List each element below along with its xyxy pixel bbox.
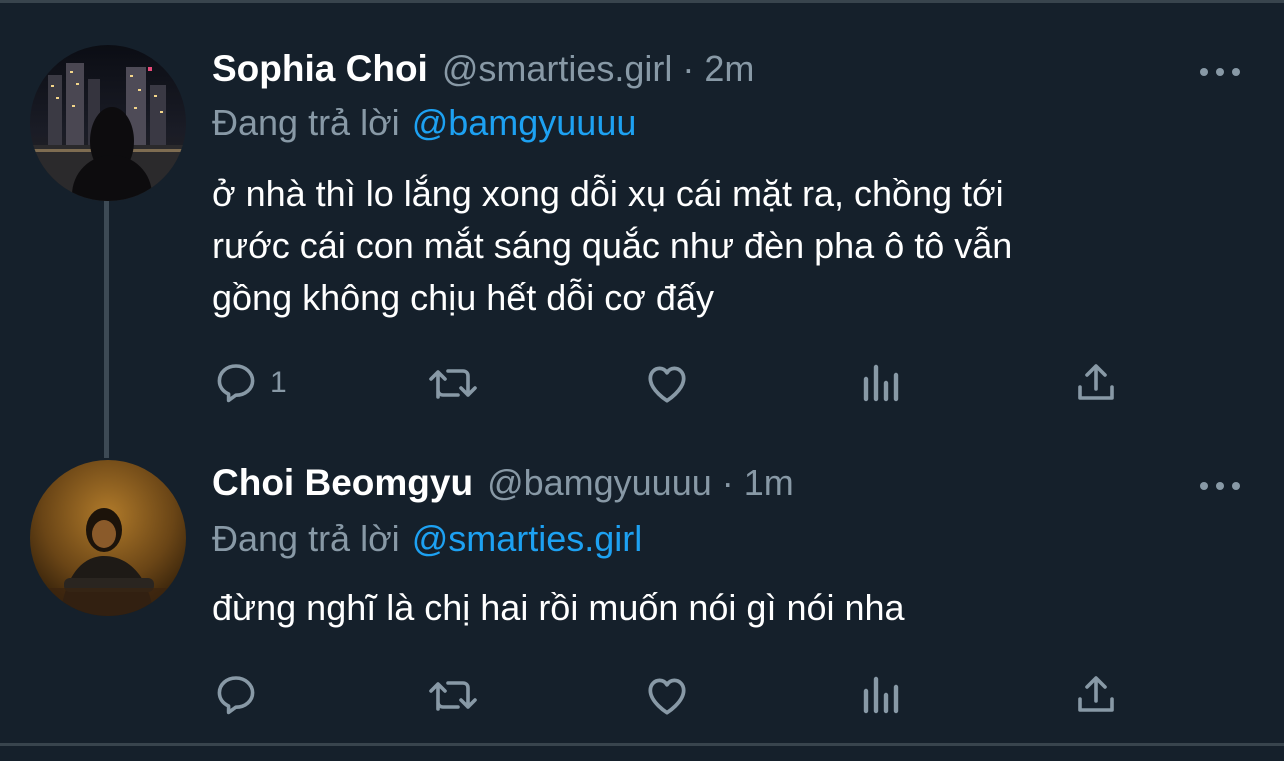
display-name[interactable]: Sophia Choi xyxy=(212,48,428,90)
like-icon xyxy=(648,366,686,403)
like-icon xyxy=(648,678,686,715)
reply-icon xyxy=(217,676,255,715)
tweet-text: đừng nghĩ là chị hai rồi muốn nói gì nói… xyxy=(212,582,1232,634)
tweet-text-line: ở nhà thì lo lắng xong dỗi xụ cái mặt ra… xyxy=(212,173,1004,214)
tweet-text-line: gồng không chịu hết dỗi cơ đấy xyxy=(212,277,714,318)
separator-dot: · xyxy=(721,462,734,503)
tweet-header: Sophia Choi @smarties.girl · 2m xyxy=(212,48,754,90)
tweet-header: Choi Beomgyu @bamgyuuuu · 1m xyxy=(212,462,794,504)
more-icon[interactable] xyxy=(1200,66,1240,78)
tweet-actions: 1 xyxy=(212,358,1132,408)
replying-to-mention[interactable]: @bamgyuuuu xyxy=(412,102,637,143)
like-button[interactable] xyxy=(642,670,692,720)
avatar-sophia-choi[interactable] xyxy=(30,45,186,201)
replying-to: Đang trả lời @bamgyuuuu xyxy=(212,102,636,144)
retweet-icon xyxy=(429,369,477,399)
tweet-actions xyxy=(212,670,1132,720)
tweet-text-line: rước cái con mắt sáng quắc như đèn pha ô… xyxy=(212,225,1013,266)
user-handle[interactable]: @smarties.girl xyxy=(442,48,673,90)
timestamp[interactable]: 2m xyxy=(704,48,754,90)
analytics-button[interactable] xyxy=(858,670,902,720)
analytics-button[interactable] xyxy=(858,358,902,408)
share-button[interactable] xyxy=(1072,670,1120,720)
timestamp[interactable]: 1m xyxy=(744,462,794,504)
reply-icon xyxy=(217,364,255,403)
reply-count: 1 xyxy=(270,366,287,399)
reply-button[interactable]: 1 xyxy=(212,358,287,408)
replying-to-mention[interactable]: @smarties.girl xyxy=(412,518,643,559)
tweet-text-line: đừng nghĩ là chị hai rồi muốn nói gì nói… xyxy=(212,587,905,628)
replying-to: Đang trả lời @smarties.girl xyxy=(212,518,642,560)
avatar-choi-beomgyu[interactable] xyxy=(30,460,186,616)
share-button[interactable] xyxy=(1072,358,1120,408)
more-icon[interactable] xyxy=(1200,480,1240,492)
tweet-sophia-choi[interactable]: Sophia Choi @smarties.girl · 2m Đang trả… xyxy=(0,0,1284,430)
retweet-button[interactable] xyxy=(426,358,480,408)
separator-dot: · xyxy=(682,48,695,89)
user-handle[interactable]: @bamgyuuuu xyxy=(487,462,712,504)
bottom-strip xyxy=(0,746,1284,761)
display-name[interactable]: Choi Beomgyu xyxy=(212,462,473,504)
like-button[interactable] xyxy=(642,358,692,408)
share-icon xyxy=(1078,364,1114,400)
reply-button[interactable] xyxy=(212,670,270,720)
analytics-icon xyxy=(863,676,899,714)
replying-to-label: Đang trả lời xyxy=(212,102,400,143)
replying-to-label: Đang trả lời xyxy=(212,518,400,559)
retweet-button[interactable] xyxy=(426,670,480,720)
analytics-icon xyxy=(863,364,899,402)
share-icon xyxy=(1078,676,1114,712)
tweet-text: ở nhà thì lo lắng xong dỗi xụ cái mặt ra… xyxy=(212,168,1232,324)
retweet-icon xyxy=(429,681,477,711)
